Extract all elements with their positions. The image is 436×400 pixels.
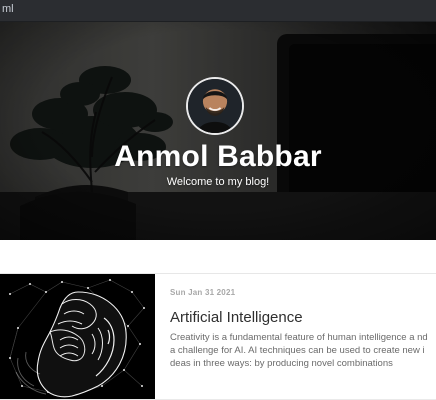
browser-url-text: ml xyxy=(2,3,14,15)
browser-address-bar[interactable]: ml xyxy=(0,0,436,22)
brain-neural-network-icon xyxy=(0,274,155,400)
post-image[interactable] xyxy=(0,274,155,400)
content-spacer xyxy=(0,240,436,273)
blog-post-card[interactable]: Sun Jan 31 2021 Artificial Intelligence … xyxy=(0,273,436,400)
avatar xyxy=(186,77,244,135)
post-excerpt: Creativity is a fundamental feature of h… xyxy=(170,332,428,369)
hero-tagline: Welcome to my blog! xyxy=(166,176,270,188)
post-content: Sun Jan 31 2021 Artificial Intelligence … xyxy=(170,288,428,370)
person-avatar-icon xyxy=(188,79,242,133)
post-date: Sun Jan 31 2021 xyxy=(170,288,236,297)
post-title[interactable]: Artificial Intelligence xyxy=(170,309,428,326)
hero-name: Anmol Babbar xyxy=(114,140,322,173)
hero-banner: Anmol Babbar Welcome to my blog! xyxy=(0,22,436,240)
